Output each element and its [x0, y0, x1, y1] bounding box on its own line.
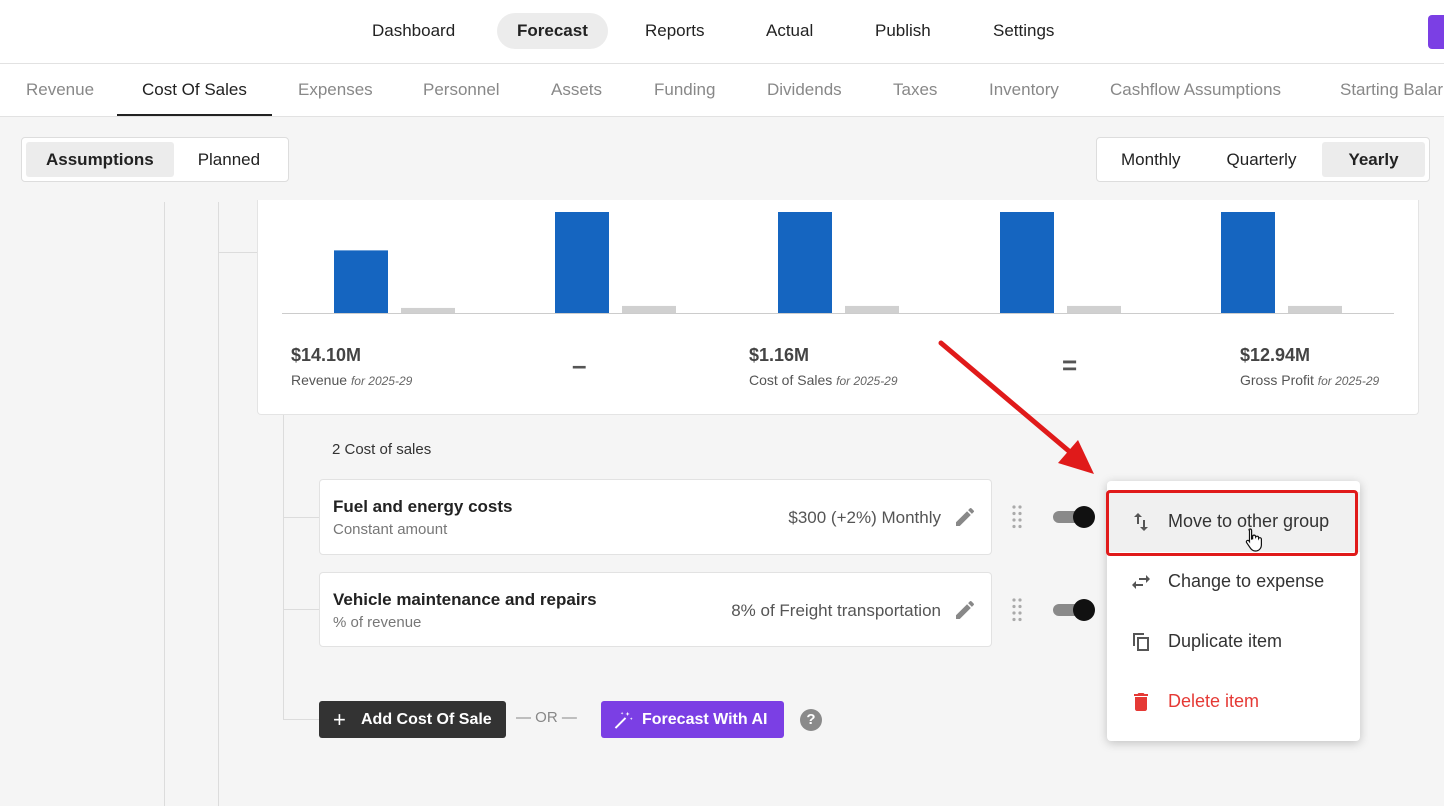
drag-handle-icon[interactable]	[1010, 597, 1024, 623]
nav-dashboard[interactable]: Dashboard	[352, 13, 475, 49]
item-name: Vehicle maintenance and repairs	[333, 590, 597, 609]
gross-profit-chart-card: $14.10M Revenue for 2025-29 – $1.16M Cos…	[257, 200, 1419, 415]
menu-item-change-to-expense[interactable]: Change to expense	[1107, 552, 1360, 612]
cost-item-card[interactable]: Fuel and energy costs Constant amount $3…	[319, 479, 992, 555]
nav-settings[interactable]: Settings	[973, 13, 1074, 49]
duplicate-icon	[1133, 633, 1149, 651]
sub-tabs: Revenue Cost Of Sales Expenses Personnel…	[0, 64, 1444, 117]
menu-item-label: Duplicate item	[1168, 631, 1283, 651]
tab-starting-balances[interactable]: Starting Balar	[1315, 64, 1444, 116]
chart-bar	[401, 307, 455, 313]
menu-item-duplicate-item[interactable]: Duplicate item	[1107, 612, 1360, 672]
menu-item-label: Delete item	[1168, 691, 1260, 711]
cost-item-card[interactable]: Vehicle maintenance and repairs % of rev…	[319, 572, 992, 647]
tree-line	[283, 609, 319, 610]
menu-item-label: Change to expense	[1168, 571, 1325, 591]
planned-option[interactable]: Planned	[174, 142, 284, 177]
chart-bar	[622, 305, 676, 313]
forecast-with-ai-button[interactable]: Forecast With AI	[601, 701, 784, 738]
pencil-icon[interactable]	[953, 598, 977, 622]
tree-line	[218, 202, 219, 806]
revenue-label-text: Revenue	[291, 372, 348, 388]
yearly-option[interactable]: Yearly	[1322, 142, 1425, 177]
magic-wand-icon	[614, 711, 633, 729]
gross-profit-label: Gross Profit for 2025-29	[1240, 372, 1379, 388]
item-enabled-toggle[interactable]	[1053, 599, 1095, 621]
add-cost-of-sale-button[interactable]: + Add Cost Of Sale	[319, 701, 506, 738]
tree-line	[283, 415, 284, 720]
group-title: 2 Cost of sales	[332, 441, 432, 458]
plus-icon: +	[333, 707, 346, 732]
hand-cursor-icon	[1245, 528, 1262, 552]
chart-bar	[778, 212, 832, 313]
revenue-period: for 2025-29	[350, 374, 413, 388]
gross-profit-total: $12.94M	[1240, 345, 1311, 365]
chart-bar	[555, 212, 609, 313]
minus-sign: –	[572, 350, 587, 380]
chart-bar	[1000, 212, 1054, 313]
upgrade-button[interactable]	[1428, 15, 1444, 49]
tab-funding[interactable]: Funding	[629, 64, 740, 116]
toggle-knob	[1073, 599, 1095, 621]
drag-handle-icon[interactable]	[1010, 504, 1024, 530]
revenue-label: Revenue for 2025-29	[291, 372, 412, 388]
tab-dividends[interactable]: Dividends	[742, 64, 867, 116]
tree-line	[283, 719, 319, 720]
nav-actual[interactable]: Actual	[746, 13, 833, 49]
cost-of-sales-label: Cost of Sales for 2025-29	[749, 372, 898, 388]
tree-line	[283, 517, 319, 518]
profit-label-text: Gross Profit	[1240, 372, 1314, 388]
tab-inventory[interactable]: Inventory	[964, 64, 1084, 116]
add-cost-of-sale-label: Add Cost Of Sale	[361, 711, 492, 728]
highlight-box	[1106, 490, 1358, 556]
tree-line	[164, 202, 165, 806]
nav-reports[interactable]: Reports	[625, 13, 725, 49]
tab-revenue[interactable]: Revenue	[1, 64, 119, 116]
item-value: $300 (+2%) Monthly	[788, 508, 941, 527]
period-toggle: Monthly Quarterly Yearly	[1096, 137, 1430, 182]
tab-cost-of-sales[interactable]: Cost Of Sales	[117, 64, 272, 116]
menu-item-delete-item[interactable]: Delete item	[1107, 672, 1360, 732]
tree-line	[218, 252, 258, 253]
nav-publish[interactable]: Publish	[855, 13, 951, 49]
or-separator: — OR —	[516, 709, 577, 726]
toggle-knob	[1073, 506, 1095, 528]
item-enabled-toggle[interactable]	[1053, 506, 1095, 528]
chart-bar	[845, 305, 899, 313]
chart-bar	[334, 250, 388, 313]
nav-forecast[interactable]: Forecast	[497, 13, 608, 49]
help-icon[interactable]: ?	[800, 709, 822, 731]
assumptions-option[interactable]: Assumptions	[26, 142, 174, 177]
chart-bar	[1067, 305, 1121, 313]
quarterly-option[interactable]: Quarterly	[1201, 142, 1323, 177]
item-method: Constant amount	[333, 521, 448, 538]
profit-period: for 2025-29	[1317, 374, 1380, 388]
chart-bar	[1288, 305, 1342, 313]
trash-icon	[1134, 693, 1148, 711]
cost-of-sales-total: $1.16M	[749, 345, 810, 365]
pencil-icon[interactable]	[953, 505, 977, 529]
item-method: % of revenue	[333, 614, 422, 631]
tab-assets[interactable]: Assets	[526, 64, 627, 116]
item-value: 8% of Freight transportation	[731, 601, 941, 620]
tab-expenses[interactable]: Expenses	[273, 64, 398, 116]
swap-horizontal-icon	[1132, 575, 1150, 589]
chart-bar	[1221, 212, 1275, 313]
bar-chart	[282, 212, 1394, 314]
view-toggle: Assumptions Planned	[21, 137, 290, 182]
tab-personnel[interactable]: Personnel	[398, 64, 525, 116]
item-name: Fuel and energy costs	[333, 497, 513, 516]
monthly-option[interactable]: Monthly	[1101, 142, 1201, 177]
equals-sign: =	[1062, 350, 1078, 380]
top-nav: Dashboard Forecast Reports Actual Publis…	[0, 0, 1444, 64]
tab-taxes[interactable]: Taxes	[868, 64, 962, 116]
revenue-total: $14.10M	[291, 345, 362, 365]
tab-cashflow-assumptions[interactable]: Cashflow Assumptions	[1085, 64, 1306, 116]
forecast-with-ai-label: Forecast With AI	[642, 711, 768, 728]
cost-period: for 2025-29	[836, 374, 898, 388]
cost-label-text: Cost of Sales	[749, 372, 833, 388]
